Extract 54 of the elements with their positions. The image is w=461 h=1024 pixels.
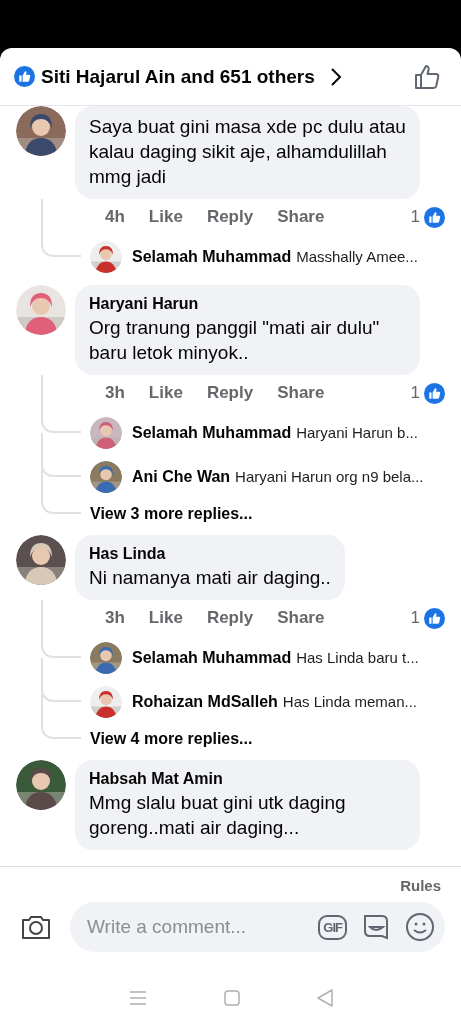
thread-connector (41, 375, 81, 433)
action-link[interactable]: Like (148, 608, 183, 628)
thumbs-up-icon[interactable] (413, 62, 441, 91)
like-icon (424, 382, 445, 404)
reply-preview[interactable]: Has Linda meman... (282, 693, 418, 710)
thread-connector (41, 658, 81, 702)
reply-preview[interactable]: Has Linda baru t... (296, 649, 419, 666)
commenter-name[interactable]: Habsah Mat Amin (89, 768, 406, 790)
action-link[interactable]: Reply (206, 383, 254, 403)
comment-time: 3h (105, 608, 125, 628)
action-link[interactable]: Share (277, 608, 325, 628)
emoji-icon[interactable] (405, 912, 435, 942)
reply-author[interactable]: Rohaizan MdSalleh (132, 693, 278, 711)
comment-text: Mmg slalu buat gini utk daging goreng..mati air daging... (89, 791, 347, 840)
action-link[interactable]: Reply (206, 207, 254, 227)
comment-text: Saya buat gini masa xde pc dulu atau kalau daging sikit aje, alhamdulillah mmg jadi (89, 115, 406, 189)
reply-author[interactable]: Selamah Muhammad (132, 248, 292, 266)
reply-author[interactable]: Selamah Muhammad (132, 649, 292, 667)
like-count: 1 (410, 383, 420, 403)
action-link[interactable]: Like (148, 383, 183, 403)
rules-link[interactable]: Rules (400, 877, 441, 894)
like-icon (14, 66, 35, 87)
thread-connector (41, 694, 81, 739)
thread-connector (41, 600, 81, 658)
thread-connector (41, 469, 81, 514)
action-link[interactable]: Share (277, 207, 325, 227)
reply-preview[interactable]: Masshally Amee... (296, 248, 418, 265)
comment-time: 3h (105, 383, 125, 403)
thread-connector (41, 199, 81, 257)
action-link[interactable]: Like (148, 207, 183, 227)
camera-icon[interactable] (20, 913, 52, 941)
reply-author[interactable]: Ani Che Wan (132, 468, 231, 486)
action-link[interactable]: Reply (206, 608, 254, 628)
reply-preview[interactable]: Haryani Harun org n9 bela... (235, 468, 424, 485)
like-icon (424, 206, 445, 228)
comment-input[interactable]: Write a comment... GIF (70, 902, 445, 952)
action-link[interactable]: Share (277, 383, 325, 403)
reactions-summary[interactable]: Siti Hajarul Ain and 651 others (41, 65, 315, 88)
sticker-icon[interactable] (361, 912, 391, 942)
reply-preview[interactable]: Haryani Harun b... (296, 424, 418, 441)
comment-time: 4h (105, 207, 125, 227)
like-count: 1 (410, 608, 420, 628)
view-more-replies-link[interactable]: View 3 more replies... (90, 505, 253, 523)
like-icon (424, 607, 445, 629)
commenter-name[interactable]: Haryani Harun (89, 293, 406, 315)
view-more-replies-link[interactable]: View 4 more replies... (90, 730, 253, 748)
gif-button[interactable]: GIF (318, 914, 347, 940)
comment-text: Org tranung panggil "mati air dulu" baru letok minyok.. (89, 316, 381, 365)
comment-text: Ni namanya mati air daging.. (89, 566, 331, 590)
chevron-right-icon[interactable] (328, 65, 343, 88)
commenter-name[interactable]: Has Linda (89, 543, 331, 565)
like-count: 1 (410, 207, 420, 227)
reply-author[interactable]: Selamah Muhammad (132, 424, 292, 442)
thread-connector (41, 433, 81, 477)
